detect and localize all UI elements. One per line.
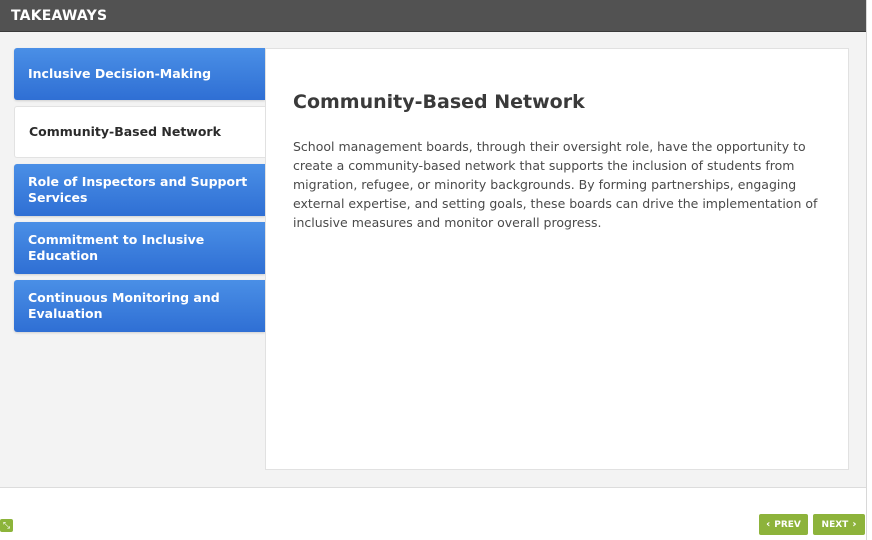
content-panel: Community-Based Network School managemen…	[265, 48, 849, 470]
chevron-left-icon: ‹	[766, 519, 771, 530]
prev-label: PREV	[774, 519, 801, 530]
content-heading: Community-Based Network	[293, 91, 585, 113]
content-stage: Inclusive Decision-Making Community-Base…	[0, 32, 866, 488]
tab-commitment-inclusive-education[interactable]: Commitment to Inclusive Education	[14, 222, 265, 274]
tab-community-based-network[interactable]: Community-Based Network	[14, 106, 265, 158]
tab-label: Community-Based Network	[29, 124, 221, 139]
page-header: TAKEAWAYS	[0, 0, 866, 32]
tab-label: Role of Inspectors and Support Services	[28, 174, 248, 205]
next-label: NEXT	[821, 519, 849, 530]
tab-inclusive-decision-making[interactable]: Inclusive Decision-Making	[14, 48, 265, 100]
tab-label: Continuous Monitoring and Evaluation	[28, 290, 220, 321]
page-title: TAKEAWAYS	[11, 8, 108, 24]
content-body: School management boards, through their …	[293, 139, 818, 230]
chevron-right-icon: ›	[852, 519, 857, 530]
prev-button[interactable]: ‹ PREV	[759, 514, 808, 535]
scrollbar-strip	[866, 0, 872, 540]
tab-role-of-inspectors[interactable]: Role of Inspectors and Support Services	[14, 164, 265, 216]
tab-label: Commitment to Inclusive Education	[28, 232, 205, 263]
footer-bar: ⤡ ‹ PREV NEXT ›	[0, 489, 866, 540]
tab-continuous-monitoring[interactable]: Continuous Monitoring and Evaluation	[14, 280, 265, 332]
tab-label: Inclusive Decision-Making	[28, 66, 212, 81]
next-button[interactable]: NEXT ›	[813, 514, 865, 535]
expand-icon[interactable]: ⤡	[0, 519, 13, 532]
